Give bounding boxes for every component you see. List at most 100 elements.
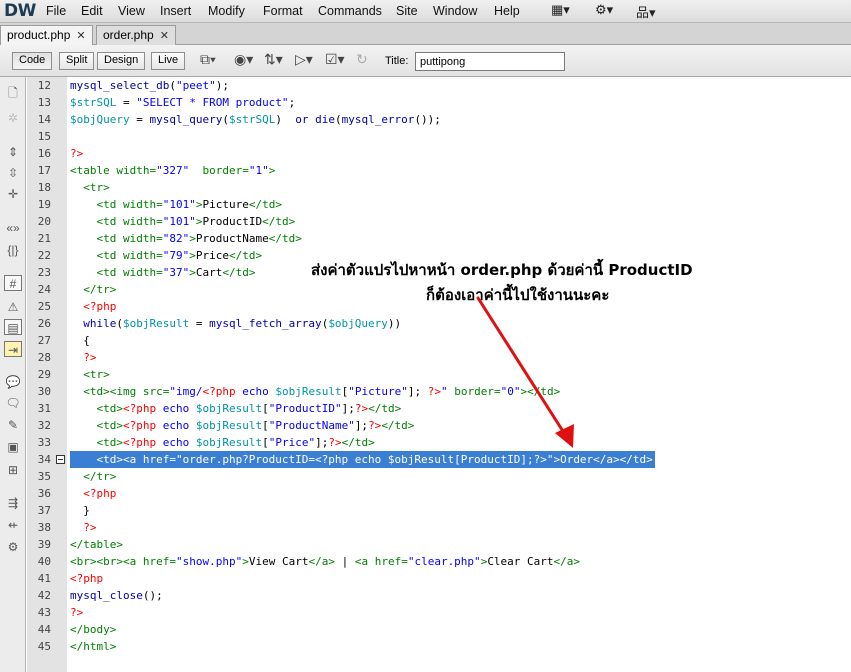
code-token: (	[116, 317, 123, 330]
collapse-selection-icon[interactable]: ⇳	[4, 165, 22, 181]
code-token: $objResult	[275, 385, 342, 398]
code-token: ());	[414, 113, 441, 126]
code-line[interactable]: <?php	[70, 485, 116, 502]
remove-comment-icon[interactable]: 🗨	[4, 395, 22, 411]
code-line[interactable]: <td width="101">ProductID</td>	[70, 213, 295, 230]
code-line[interactable]: <?php	[70, 298, 116, 315]
menu-site[interactable]: Site	[396, 4, 418, 18]
split-view-button[interactable]: Split	[59, 52, 95, 70]
code-token: mysql_close	[70, 589, 143, 602]
check-browser-icon[interactable]: ▷▾	[295, 51, 313, 68]
code-token: ];	[354, 419, 369, 432]
code-token: echo	[162, 402, 196, 415]
code-token: ;	[288, 96, 296, 109]
line-number: 33	[37, 436, 51, 449]
outdent-code-icon[interactable]: ⇷	[4, 517, 22, 533]
code-line[interactable]: <td width="37">Cart</td>	[70, 264, 255, 281]
document-title-input[interactable]	[415, 52, 565, 71]
code-line[interactable]: }	[70, 502, 90, 519]
menu-file[interactable]: File	[46, 4, 66, 18]
menu-view[interactable]: View	[118, 4, 145, 18]
code-line[interactable]: </tr>	[70, 468, 116, 485]
code-line[interactable]: <td><?php echo $objResult["ProductName"]…	[70, 417, 414, 434]
code-line[interactable]: $objQuery = mysql_query($strSQL) or die(…	[70, 111, 441, 128]
open-documents-icon[interactable]: 🗋	[4, 85, 22, 101]
code-token: <?php	[122, 436, 163, 449]
design-view-button[interactable]: Design	[97, 52, 146, 70]
show-code-navigator-icon[interactable]: ✲	[4, 110, 22, 126]
menu-format[interactable]: Format	[263, 4, 303, 18]
validate-icon[interactable]: ☑▾	[325, 51, 345, 68]
menu-edit[interactable]: Edit	[81, 4, 103, 18]
code-line[interactable]: </table>	[70, 536, 123, 553]
code-line[interactable]: mysql_close();	[70, 587, 163, 604]
code-line[interactable]: ?>	[70, 604, 83, 621]
code-line[interactable]: <tr>	[70, 179, 110, 196]
code-line[interactable]: <br><br><a href="show.php">View Cart</a>…	[70, 553, 580, 570]
code-token: </td>	[262, 215, 296, 228]
format-source-code-icon[interactable]: ⚙	[4, 539, 22, 555]
expand-all-icon[interactable]: ✛	[4, 186, 22, 202]
code-line[interactable]: <td><?php echo $objResult["ProductID"];?…	[70, 400, 401, 417]
wrap-tag-icon[interactable]: ✎	[4, 417, 22, 433]
balance-braces-icon[interactable]: {|}	[4, 242, 22, 258]
menu-commands[interactable]: Commands	[318, 4, 382, 18]
close-icon[interactable]: ✕	[160, 30, 169, 42]
code-token: $objResult	[195, 436, 263, 449]
code-line[interactable]: ?>	[70, 349, 96, 366]
sitemap-icon[interactable]: 品▾	[636, 2, 656, 21]
code-line[interactable]: </tr>	[70, 281, 116, 298]
menu-insert[interactable]: Insert	[160, 4, 191, 18]
code-line[interactable]: while($objResult = mysql_fetch_array($ob…	[70, 315, 401, 332]
code-line[interactable]: </body>	[70, 621, 116, 638]
code-token: $objResult	[122, 317, 190, 330]
layout-icon[interactable]: ▦▾	[551, 2, 570, 18]
code-line[interactable]: ?>	[70, 145, 83, 162]
code-line[interactable]: <tr>	[70, 366, 110, 383]
tab-label: order.php	[103, 28, 154, 42]
code-token: <tr>	[70, 368, 110, 381]
line-number: 24	[37, 283, 51, 296]
code-line[interactable]: <td><img src="img/<?php echo $objResult[…	[70, 383, 560, 400]
code-line[interactable]: mysql_select_db("peet");	[70, 77, 229, 94]
line-number: 22	[37, 249, 51, 262]
multiscreen-icon[interactable]: ⧉▾	[200, 51, 216, 68]
code-line[interactable]: <td width="82">ProductName</td>	[70, 230, 301, 247]
move-css-icon[interactable]: ⊞	[4, 462, 22, 478]
code-token: width=	[122, 198, 163, 211]
code-line[interactable]: {	[70, 332, 90, 349]
code-line[interactable]: </html>	[70, 638, 116, 655]
auto-indent-icon[interactable]: ⇥	[4, 341, 22, 357]
code-line[interactable]: <table width="327" border="1">	[70, 162, 275, 179]
code-line[interactable]: $strSQL = "SELECT * FROM product";	[70, 94, 295, 111]
code-line[interactable]: <td><a href="order.php?ProductID=<?php e…	[70, 451, 655, 468]
tab-product-php[interactable]: product.php ✕	[0, 25, 93, 45]
menu-window[interactable]: Window	[433, 4, 477, 18]
collapse-icon[interactable]	[56, 455, 65, 464]
menu-help[interactable]: Help	[494, 4, 520, 18]
file-management-icon[interactable]: ⇅▾	[264, 51, 283, 68]
refresh-icon[interactable]: ↻	[356, 51, 368, 68]
highlight-invalid-code-icon[interactable]: ⚠	[4, 299, 22, 315]
syntax-coloring-icon[interactable]: ▤	[4, 319, 22, 335]
tab-order-php[interactable]: order.php ✕	[96, 25, 176, 45]
gear-icon[interactable]: ⚙▾	[595, 2, 613, 18]
live-view-button[interactable]: Live	[151, 52, 186, 70]
code-line[interactable]: <td width="101">Picture</td>	[70, 196, 281, 213]
collapse-full-tag-icon[interactable]: ⇕	[4, 144, 22, 160]
indent-code-icon[interactable]: ⇶	[4, 495, 22, 511]
apply-comment-icon[interactable]: 💬	[4, 374, 22, 390]
code-line[interactable]: ?>	[70, 519, 96, 536]
preview-browser-icon[interactable]: ◉▾	[234, 51, 253, 68]
code-line[interactable]: <td width="79">Price</td>	[70, 247, 262, 264]
menu-modify[interactable]: Modify	[208, 4, 245, 18]
line-numbers-icon[interactable]: #	[4, 275, 22, 291]
code-token: "82"	[162, 232, 190, 245]
code-line[interactable]: <?php	[70, 570, 103, 587]
close-icon[interactable]: ✕	[76, 30, 85, 42]
recent-snippets-icon[interactable]: ▣	[4, 439, 22, 455]
code-view-button[interactable]: Code	[12, 52, 53, 70]
select-parent-tag-icon[interactable]: «»	[4, 220, 22, 236]
code-editor[interactable]: mysql_select_db("peet"); $strSQL = "SELEC…	[68, 77, 851, 672]
code-line[interactable]: <td><?php echo $objResult["Price"];?></t…	[70, 434, 374, 451]
